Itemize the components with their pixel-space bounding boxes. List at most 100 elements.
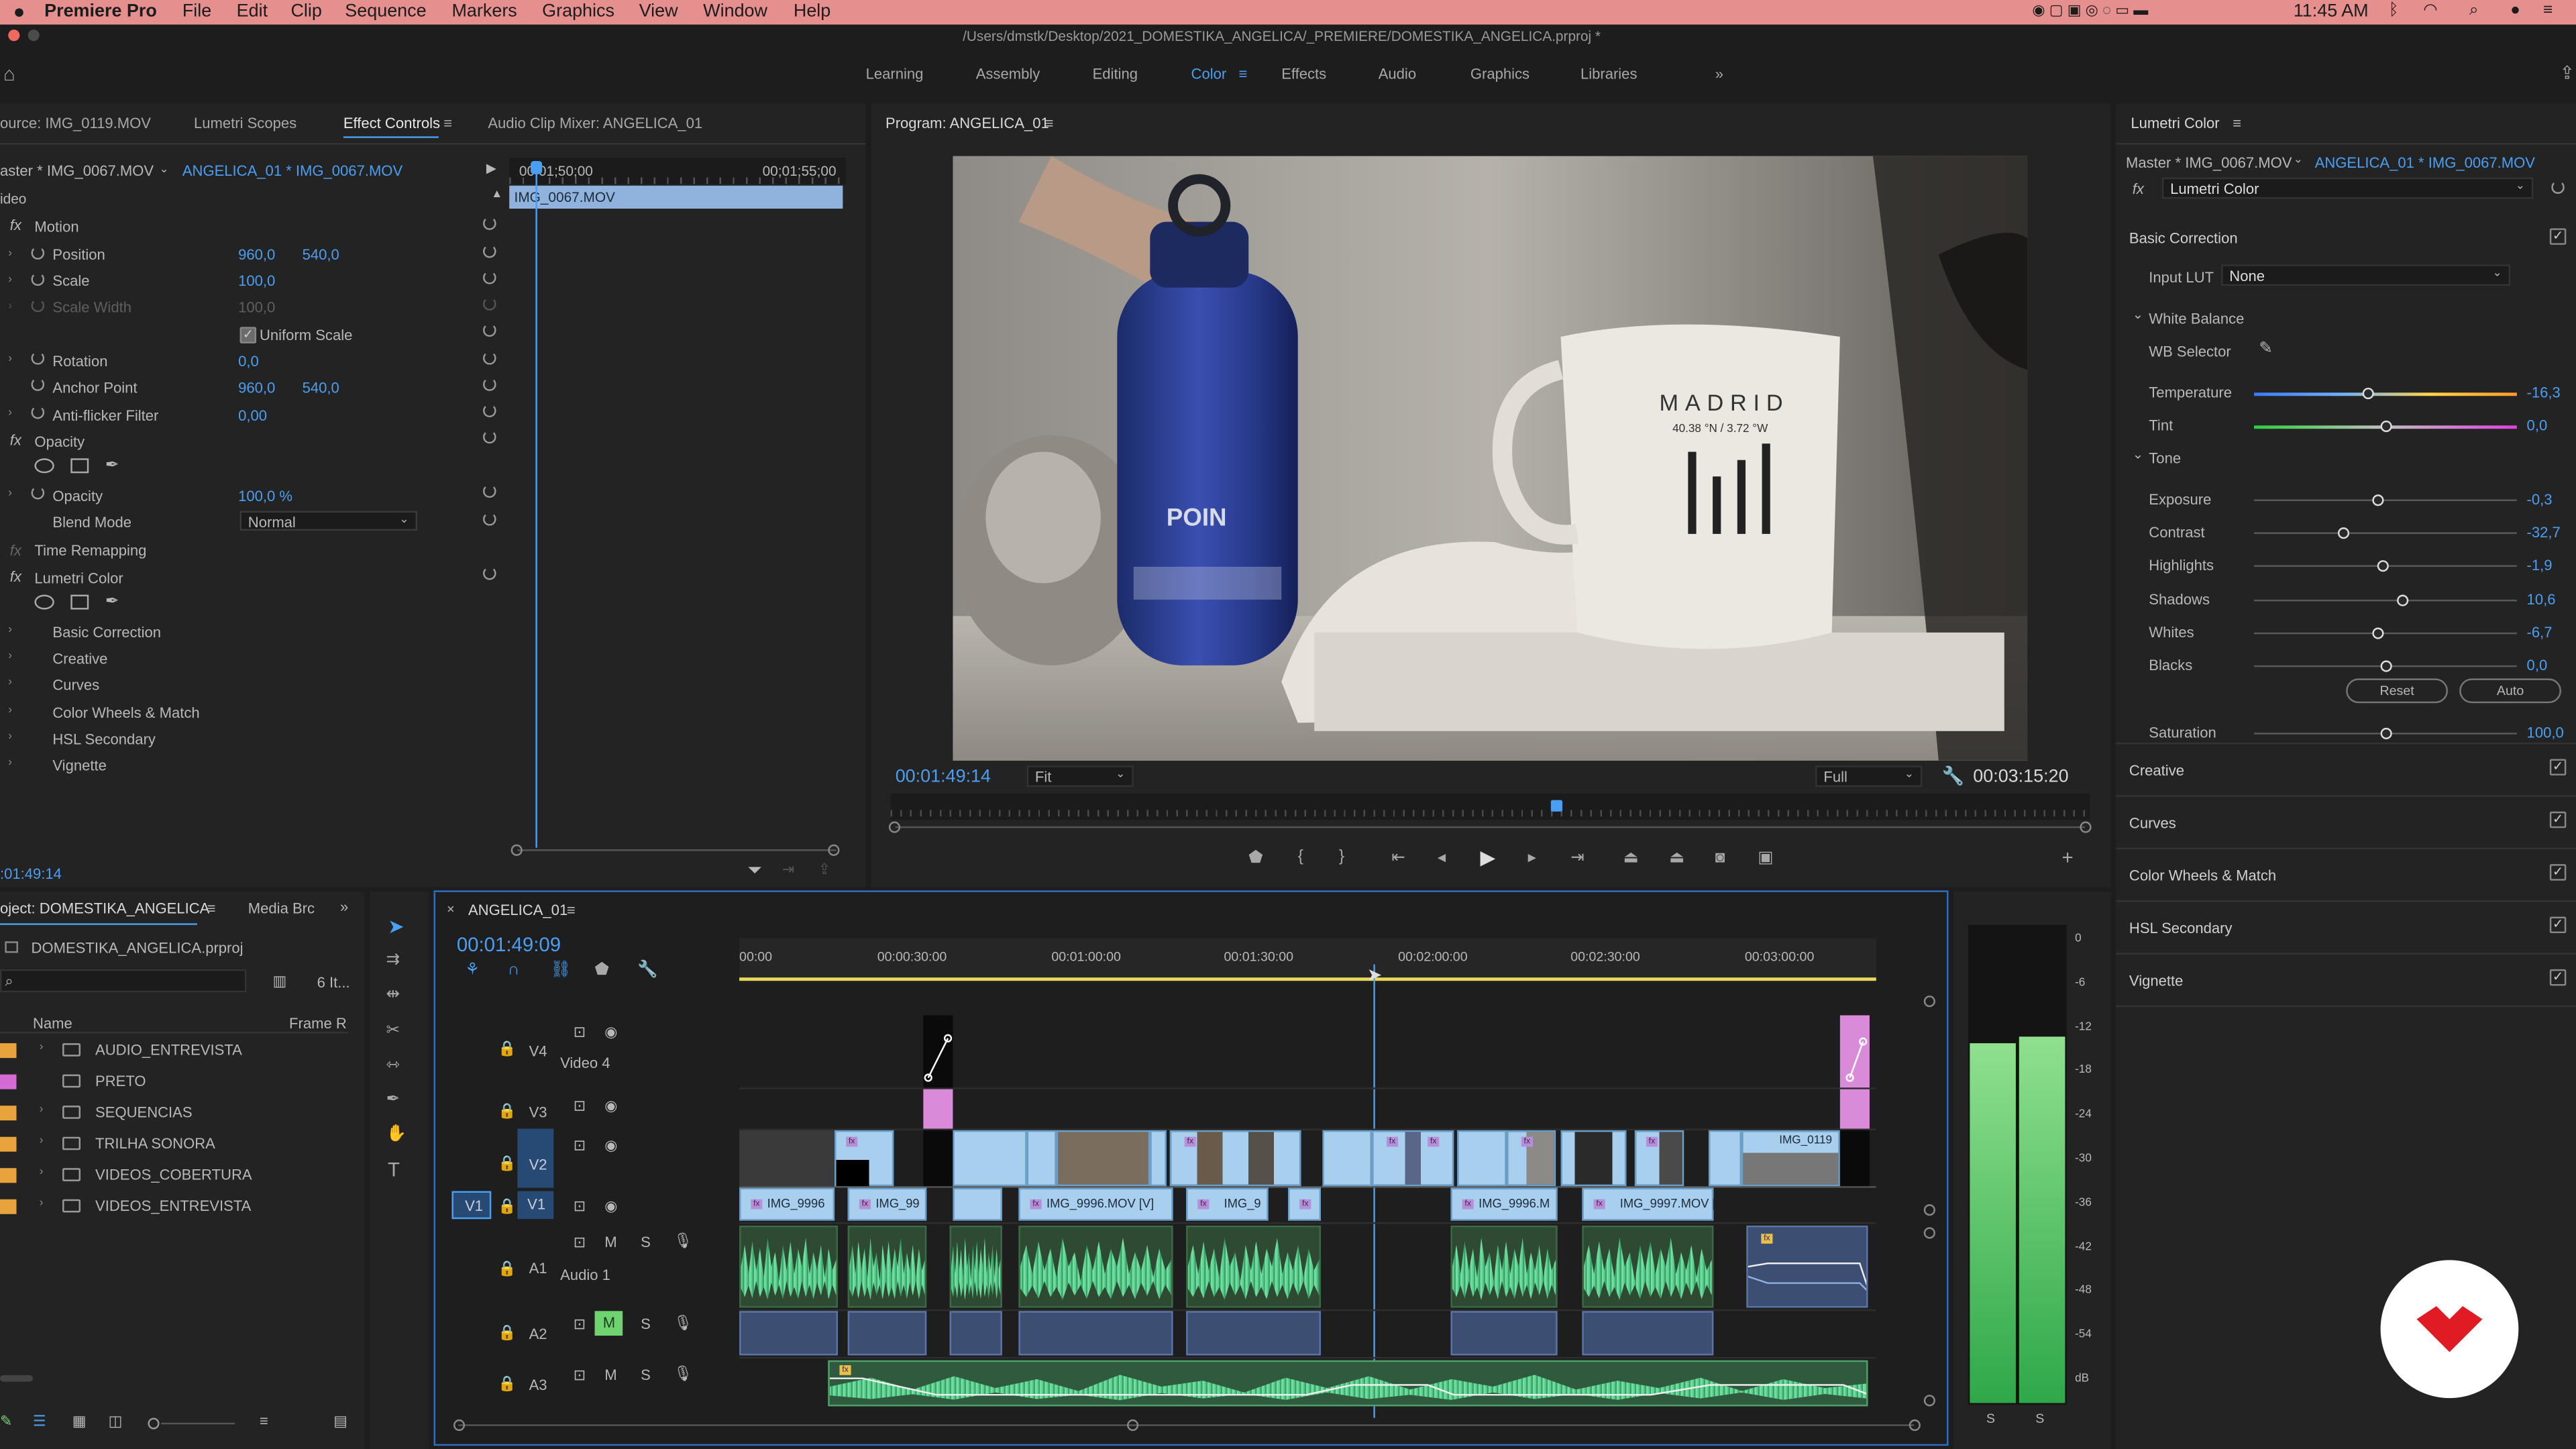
slider-value-1[interactable]: 0,0 (2527, 417, 2548, 433)
vscroll-bottom-handle[interactable] (1923, 1395, 1935, 1407)
section-creative[interactable]: Creative (2129, 762, 2184, 778)
mark-in-icon[interactable]: { (1298, 849, 1303, 865)
project-menu-icon[interactable]: ≡ (207, 900, 216, 916)
program-zoom-right[interactable] (2080, 821, 2092, 833)
tab-lumetri-scopes[interactable]: Lumetri Scopes (194, 115, 297, 131)
label-color-swatch[interactable] (0, 1106, 17, 1121)
stopwatch-rotation-icon[interactable] (31, 352, 45, 365)
expand-scale-icon[interactable]: › (8, 274, 12, 286)
opacity-value[interactable]: 100,0 % (238, 488, 292, 504)
hscroll-right-handle[interactable] (1909, 1419, 1921, 1432)
v3-clip-end[interactable] (1839, 1089, 1870, 1129)
label-color-swatch[interactable] (0, 1136, 17, 1152)
v2-clip[interactable]: fx (1506, 1130, 1556, 1187)
slider-track-5[interactable] (2254, 599, 2517, 602)
a1-clip[interactable] (1582, 1225, 1714, 1308)
a2-clip[interactable] (1582, 1311, 1714, 1356)
ec-clip-bar[interactable]: IMG_0067.MOV (509, 185, 843, 209)
fit-select[interactable]: Fit ⌄ (1026, 765, 1134, 788)
ellipse-mask-icon[interactable] (34, 594, 54, 610)
v1-clip[interactable]: fx IMG_9996.M (1450, 1187, 1558, 1221)
creative-checkbox[interactable]: ✓ (2549, 759, 2567, 775)
lumetri-clip[interactable]: ANGELICA_01 * IMG_0067.MOV (2315, 154, 2535, 170)
v1-clip[interactable]: fx IMG_9996 (739, 1187, 835, 1221)
v1-clip[interactable]: fx IMG_99 (847, 1187, 927, 1221)
filter-icon[interactable]: ⏷ (747, 861, 762, 882)
section-color-wheels[interactable]: Color Wheels & Match (2129, 867, 2276, 883)
slider-knob-4[interactable] (2377, 560, 2390, 572)
stopwatch-antiflicker-icon[interactable] (31, 405, 45, 419)
sort-icon[interactable]: ≡ (260, 1413, 268, 1429)
a1-clip-blue[interactable]: fx (1746, 1225, 1868, 1308)
solo-right[interactable]: S (2035, 1411, 2044, 1426)
v1-clip[interactable]: fx IMG_9996.MOV [V] (1018, 1187, 1173, 1221)
microphone-icon[interactable]: 🎙 (674, 1314, 692, 1332)
lock-icon[interactable]: 🔒 (498, 1102, 516, 1120)
expand-opacity-icon[interactable]: › (8, 488, 12, 499)
program-playhead[interactable] (1550, 800, 1562, 812)
reset-motion-icon[interactable] (483, 217, 496, 230)
workspace-learning[interactable]: Learning (866, 66, 924, 82)
menu-markers[interactable]: Markers (451, 1, 517, 21)
label-color-swatch[interactable] (0, 1074, 17, 1089)
step-forward-icon[interactable]: ▸ (1528, 850, 1536, 867)
a2-clip[interactable] (1018, 1311, 1173, 1356)
sync-lock-icon[interactable]: ⊡ (574, 1234, 586, 1252)
app-menu[interactable]: Premiere Pro (44, 1, 157, 21)
workspace-effects[interactable]: Effects (1281, 66, 1326, 82)
a2-clip[interactable] (1186, 1311, 1321, 1356)
rectangle-mask-icon[interactable] (70, 458, 89, 474)
pen-tool-icon[interactable]: ✒ (386, 1091, 400, 1109)
expand-folder-icon[interactable]: › (40, 1042, 44, 1053)
project-title[interactable]: oject: DOMESTIKA_ANGELICA (0, 900, 209, 916)
ec-basic-correction[interactable]: Basic Correction (52, 625, 161, 641)
home-icon[interactable]: ⌂ (3, 62, 15, 85)
project-item-name[interactable]: PRETO (95, 1073, 146, 1089)
expand-icon[interactable]: › (8, 651, 12, 662)
more-panels-icon[interactable]: » (340, 899, 348, 915)
solo-a1[interactable]: S (641, 1234, 651, 1250)
a2-clip[interactable] (739, 1311, 838, 1356)
v2-clip[interactable]: fx fx (1371, 1130, 1454, 1187)
workspace-libraries[interactable]: Libraries (1580, 66, 1638, 82)
eye-icon[interactable]: ◉ (604, 1097, 617, 1116)
eye-icon[interactable]: ◉ (604, 1137, 617, 1155)
snap-icon[interactable]: ∩ (508, 962, 520, 979)
a2-clip[interactable] (1450, 1311, 1558, 1356)
lock-icon[interactable]: 🔒 (498, 1197, 516, 1216)
v1-clip[interactable]: fx (1288, 1187, 1321, 1221)
clip-export-icon[interactable]: ⇪ (818, 861, 830, 879)
slider-knob-5[interactable] (2396, 594, 2408, 606)
slider-track-6[interactable] (2254, 632, 2517, 635)
slider-value-2[interactable]: -0,3 (2527, 491, 2553, 507)
solo-left[interactable]: S (1986, 1411, 1995, 1426)
project-item-name[interactable]: TRILHA SONORA (95, 1135, 215, 1151)
microphone-icon[interactable]: 🎙 (674, 1232, 692, 1250)
slider-knob-8[interactable] (2380, 727, 2392, 740)
slider-knob-0[interactable] (2362, 387, 2374, 400)
expand-folder-icon[interactable]: › (40, 1135, 44, 1146)
quality-select[interactable]: Full ⌄ (1815, 765, 1923, 788)
reset-button[interactable]: Reset (2346, 678, 2449, 704)
timeline-menu-icon[interactable]: ≡ (567, 902, 576, 918)
more-workspaces-icon[interactable]: » (1715, 66, 1723, 82)
track-a1[interactable]: A1 (529, 1260, 547, 1276)
extract-icon[interactable]: ⏏ (1669, 850, 1684, 867)
v2-clip-thumbs[interactable]: fx (1169, 1130, 1301, 1187)
lumetri-menu-icon[interactable]: ≡ (2233, 115, 2241, 131)
ripple-edit-tool-icon[interactable]: ⇹ (386, 987, 400, 1004)
slider-knob-3[interactable] (2338, 527, 2351, 539)
timeline-hscroll[interactable] (458, 1424, 1915, 1426)
basic-correction-checkbox[interactable]: ✓ (2549, 228, 2567, 245)
list-view-icon[interactable]: ☰ (33, 1413, 46, 1431)
close-icon[interactable]: × (447, 902, 454, 917)
scale-value[interactable]: 100,0 (238, 273, 275, 289)
auto-button[interactable]: Auto (2459, 678, 2561, 704)
play-button[interactable]: ▶ (1481, 848, 1496, 867)
stopwatch-anchor-icon[interactable] (31, 378, 45, 391)
expand-icon[interactable]: › (8, 757, 12, 769)
slider-value-0[interactable]: -16,3 (2527, 384, 2561, 400)
slider-knob-2[interactable] (2372, 494, 2384, 506)
motion-label[interactable]: Motion (34, 219, 78, 235)
uniform-scale-checkbox[interactable]: ✓ (239, 327, 257, 343)
